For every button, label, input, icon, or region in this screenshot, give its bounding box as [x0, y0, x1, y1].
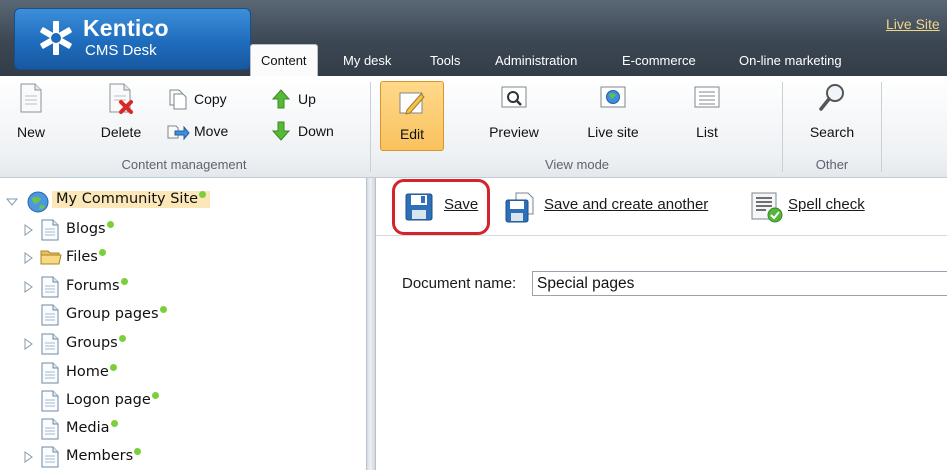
move-label: Move	[194, 123, 229, 139]
delete-button[interactable]: Delete	[94, 82, 148, 148]
arrow-up-icon	[271, 89, 291, 109]
list-button[interactable]: List	[680, 82, 734, 148]
view-mode-group: Edit Preview Live site List View mode	[372, 76, 782, 177]
published-status-dot	[120, 278, 128, 285]
app-header: Kentico CMS Desk Live Site Content My de…	[0, 0, 947, 76]
expand-arrow-icon[interactable]	[22, 337, 34, 351]
group-divider	[881, 82, 882, 172]
tree-item-label: Home	[66, 364, 117, 380]
page-icon	[41, 276, 59, 298]
brand-subtitle: CMS Desk	[85, 42, 157, 59]
published-status-dot	[98, 249, 106, 256]
document-name-label: Document name:	[402, 275, 517, 292]
expand-arrow-icon[interactable]	[22, 223, 34, 237]
search-icon	[819, 84, 844, 111]
save-and-create-another-label: Save and create another	[544, 196, 709, 213]
edit-icon	[399, 92, 425, 115]
tree-item-label: Groups	[66, 335, 126, 351]
group-divider	[782, 82, 783, 172]
tree-root-label: My Community Site	[52, 191, 211, 208]
published-status-dot	[199, 191, 207, 198]
live-site-label: Live site	[587, 124, 639, 140]
search-label: Search	[809, 124, 855, 140]
brand-name: Kentico	[83, 15, 169, 41]
arrow-down-icon	[271, 121, 291, 141]
tree-item-label: Logon page	[66, 392, 159, 408]
expand-arrow-icon[interactable]	[22, 450, 34, 464]
move-icon	[167, 125, 190, 141]
preview-icon	[501, 86, 527, 108]
new-button[interactable]: New	[10, 82, 52, 148]
tab-e-commerce[interactable]: E-commerce	[622, 46, 696, 76]
page-icon	[41, 304, 59, 326]
tab-my-desk[interactable]: My desk	[343, 46, 391, 76]
list-icon	[694, 86, 720, 108]
delete-page-icon	[109, 83, 133, 114]
tree-item-label: Group pages	[66, 306, 167, 322]
floppy-disk-icon	[405, 193, 433, 221]
tree-item-label: Files	[66, 249, 106, 265]
published-status-dot	[110, 420, 118, 427]
published-status-dot	[106, 221, 114, 228]
view-mode-group-label: View mode	[544, 157, 610, 172]
preview-label: Preview	[489, 124, 539, 140]
search-button[interactable]: Search	[798, 82, 866, 148]
live-site-link[interactable]: Live Site	[886, 16, 940, 32]
up-label: Up	[298, 91, 316, 107]
page-icon	[41, 390, 59, 412]
live-site-icon	[600, 86, 626, 108]
list-label: List	[696, 124, 718, 140]
down-label: Down	[298, 123, 334, 139]
tree-item-label: Forums	[66, 278, 128, 294]
tree-item-label: Media	[66, 420, 118, 436]
edit-pane: Save Save and create another Spell check…	[376, 178, 947, 470]
tree-item-label: Members	[66, 448, 142, 464]
preview-button[interactable]: Preview	[482, 82, 546, 148]
pane-splitter[interactable]	[366, 178, 376, 470]
new-label: New	[16, 124, 45, 140]
page-icon	[41, 219, 59, 241]
collapse-arrow-icon[interactable]	[6, 195, 18, 209]
copy-icon	[169, 89, 187, 110]
delete-label: Delete	[100, 124, 142, 140]
spell-check-icon	[751, 192, 783, 223]
content-management-group-label: Content management	[121, 157, 247, 172]
tree-item-label: Blogs	[66, 221, 114, 237]
other-group: Search Other	[784, 76, 880, 177]
content-tree: My Community Site Blogs Files Forums Gro…	[0, 178, 366, 470]
published-status-dot	[134, 448, 142, 455]
tab-tools[interactable]: Tools	[430, 46, 460, 76]
save-label: Save	[444, 196, 479, 213]
kentico-star-icon	[40, 21, 72, 55]
group-divider	[370, 82, 371, 172]
edit-label: Edit	[399, 126, 425, 142]
document-name-field[interactable]	[532, 271, 947, 296]
globe-icon	[27, 191, 49, 213]
tab-administration[interactable]: Administration	[495, 46, 577, 76]
spell-check-label: Spell check	[788, 196, 865, 213]
save-and-new-icon	[505, 192, 534, 223]
tab-content[interactable]: Content	[250, 44, 318, 76]
copy-label: Copy	[194, 91, 227, 107]
expand-arrow-icon[interactable]	[22, 251, 34, 265]
page-icon	[41, 418, 59, 440]
edit-actions-bar: Save Save and create another Spell check	[376, 178, 947, 236]
content-management-group: New Delete Copy Move Up Down Content man…	[0, 76, 368, 177]
page-icon	[41, 446, 59, 468]
kentico-logo[interactable]: Kentico CMS Desk	[14, 8, 251, 70]
folder-icon	[40, 250, 62, 265]
page-icon	[41, 362, 59, 384]
tab-on-line-marketing[interactable]: On-line marketing	[739, 46, 842, 76]
page-icon	[41, 333, 59, 355]
live-site-button[interactable]: Live site	[578, 82, 648, 148]
ribbon-toolbar: New Delete Copy Move Up Down Content man…	[0, 76, 947, 178]
edit-button[interactable]: Edit	[380, 81, 444, 151]
published-status-dot	[159, 306, 167, 313]
other-group-label: Other	[815, 157, 849, 172]
expand-arrow-icon[interactable]	[22, 280, 34, 294]
published-status-dot	[109, 364, 117, 371]
new-page-icon	[20, 83, 42, 113]
published-status-dot	[118, 335, 126, 342]
published-status-dot	[151, 392, 159, 399]
